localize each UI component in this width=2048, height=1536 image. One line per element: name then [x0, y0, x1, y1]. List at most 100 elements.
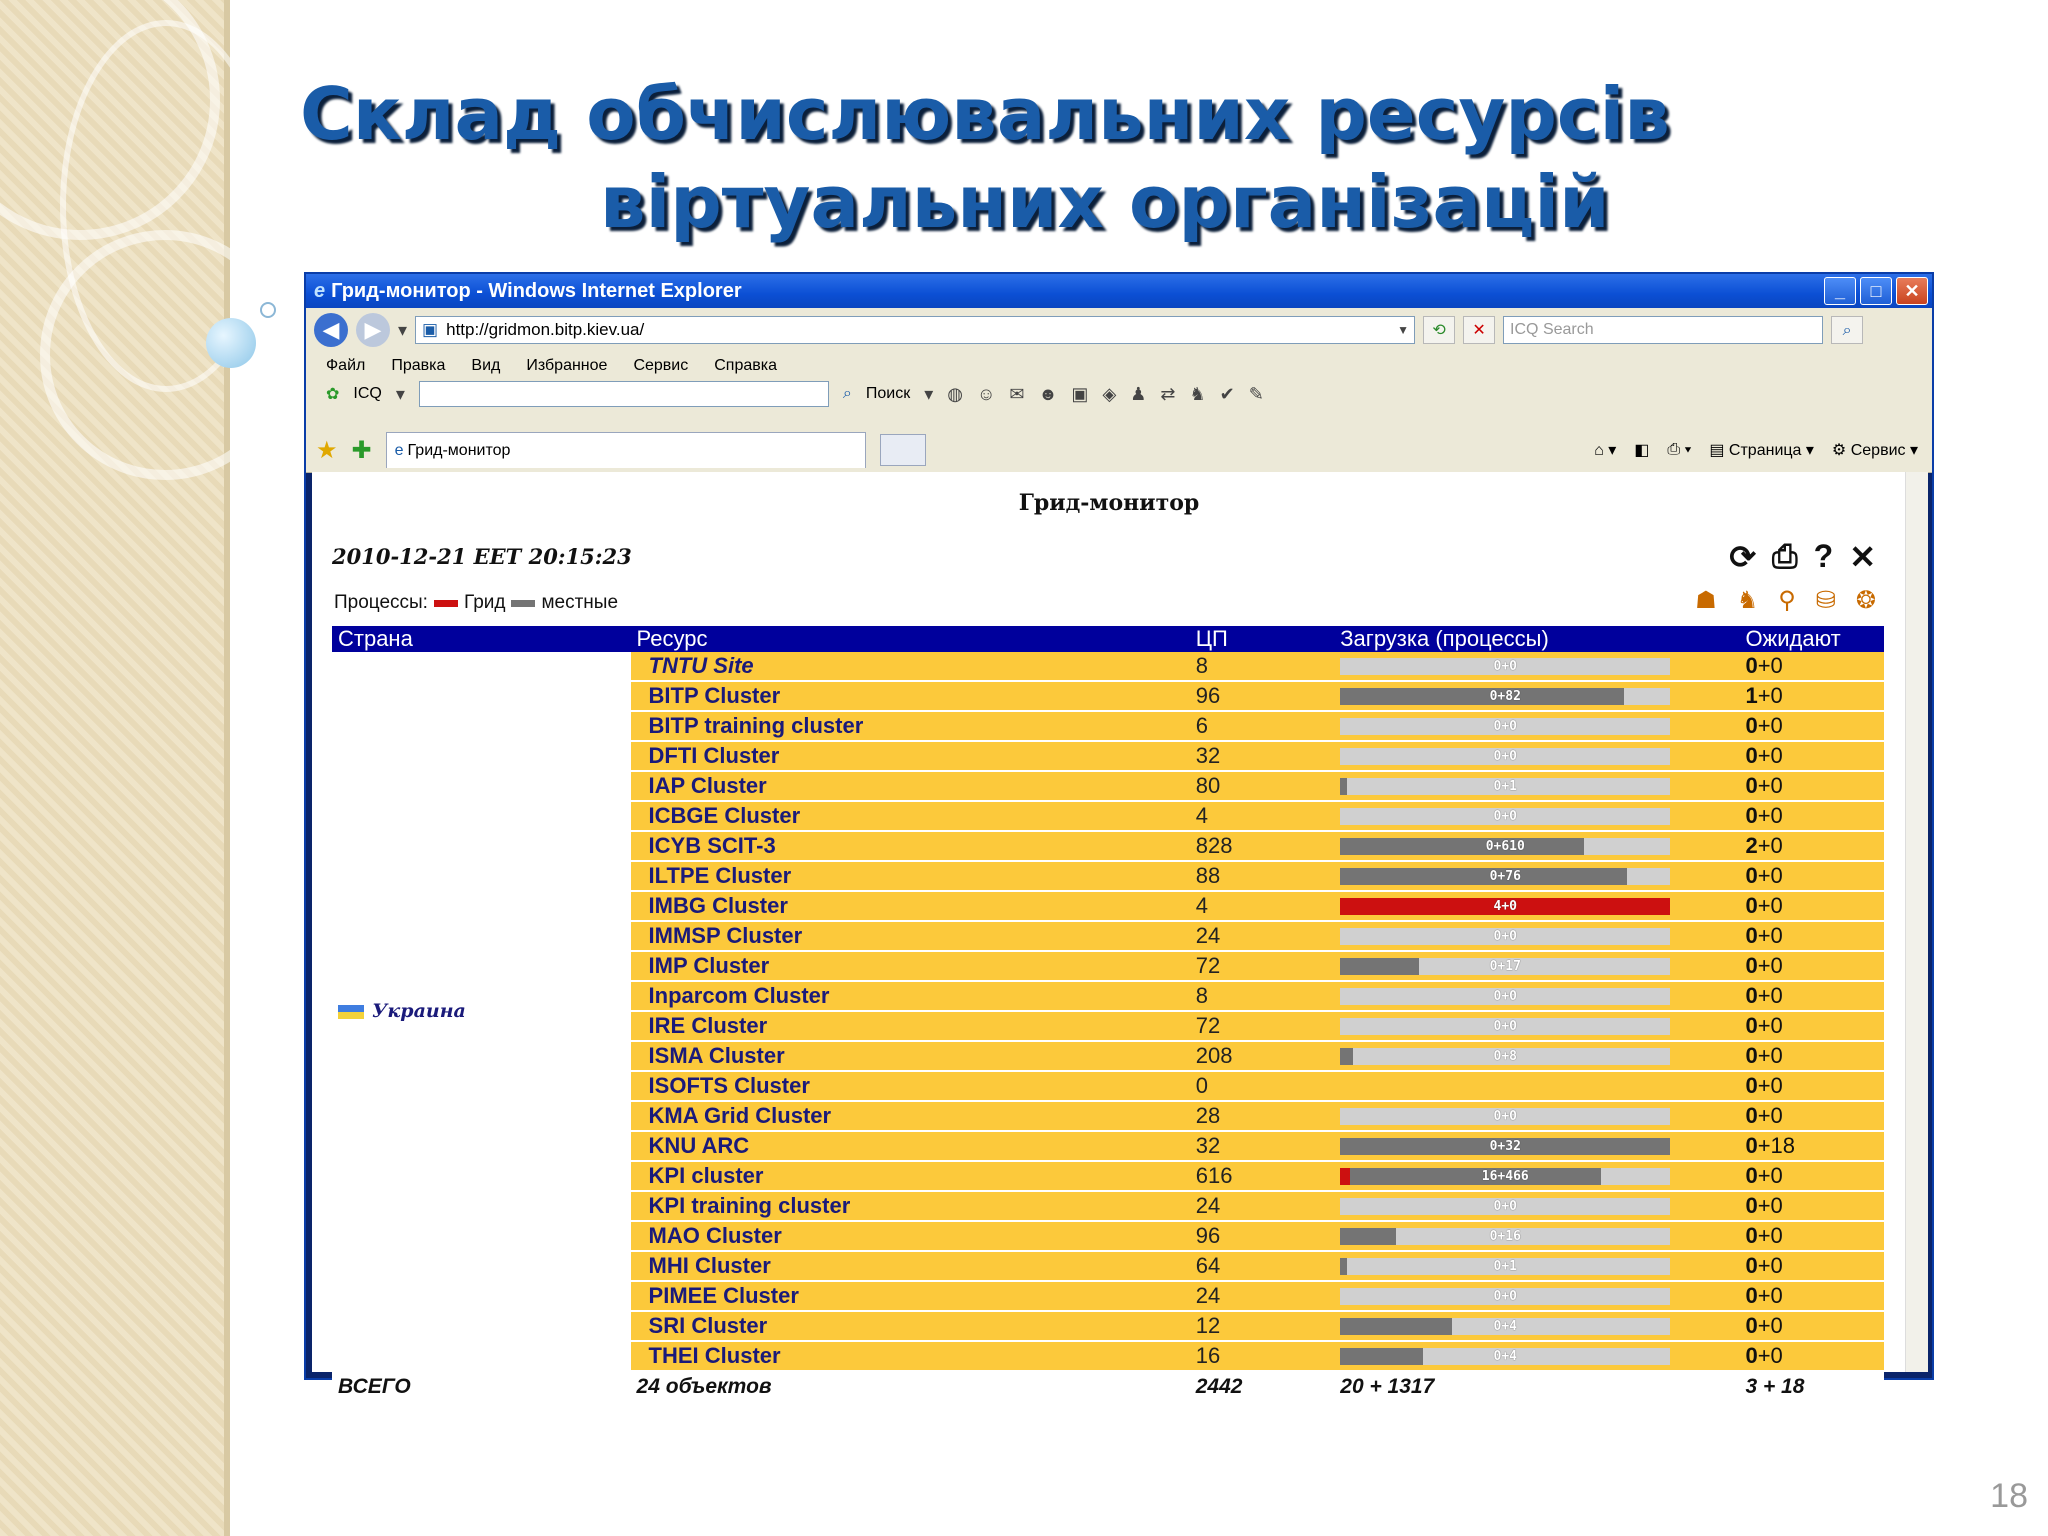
resource-link[interactable]: IAP Cluster: [630, 771, 1190, 802]
icq-dropdown-icon[interactable]: ▾: [396, 384, 405, 405]
toolbar-mail-icon[interactable]: ✔: [1220, 384, 1235, 405]
resource-link[interactable]: MAO Cluster: [630, 1221, 1190, 1252]
search-button[interactable]: ⌕: [1831, 316, 1864, 344]
toolbar-contacts-icon[interactable]: ☻: [1038, 384, 1057, 405]
nav-history-dropdown[interactable]: ▾: [398, 320, 407, 341]
waiting-grid: 0: [1745, 1193, 1758, 1218]
load-cell: 0+0: [1334, 801, 1740, 832]
resource-link[interactable]: ISOFTS Cluster: [630, 1071, 1190, 1102]
toolbar-games-icon[interactable]: ◈: [1102, 384, 1116, 405]
icq-button[interactable]: ICQ: [353, 385, 381, 403]
close-button[interactable]: ✕: [1896, 277, 1928, 305]
resource-link[interactable]: SRI Cluster: [630, 1311, 1190, 1342]
load-label: 0+0: [1493, 748, 1517, 764]
close-icon[interactable]: ✕: [1849, 538, 1876, 576]
menu-favorites[interactable]: Избранное: [526, 357, 607, 375]
resource-link[interactable]: BITP Cluster: [630, 681, 1190, 712]
load-label: 0+0: [1493, 808, 1517, 824]
print-icon[interactable]: ⎙: [1772, 538, 1798, 576]
page-menu-button[interactable]: ▤ Страница ▾: [1709, 440, 1814, 460]
refresh-icon[interactable]: ⟳: [1729, 538, 1756, 576]
resource-link[interactable]: IRE Cluster: [630, 1011, 1190, 1042]
resource-link[interactable]: KNU ARC: [630, 1131, 1190, 1162]
clusters-icon[interactable]: ❂: [1856, 586, 1876, 615]
resource-link[interactable]: IMMSP Cluster: [630, 921, 1190, 952]
back-button[interactable]: ◀: [314, 313, 348, 347]
forward-button[interactable]: ▶: [356, 313, 390, 347]
resource-link[interactable]: ICYB SCIT-3: [630, 831, 1190, 862]
legend-label: Процессы:: [334, 592, 428, 613]
users-icon[interactable]: ☗: [1695, 586, 1717, 615]
home-icon[interactable]: ⌂ ▾: [1594, 440, 1616, 460]
resource-link[interactable]: TNTU Site: [630, 652, 1190, 682]
toolbar-chat-icon[interactable]: ✉: [1009, 384, 1024, 405]
menu-tools[interactable]: Сервис: [633, 357, 688, 375]
country-cell[interactable]: Украина: [332, 652, 631, 1372]
add-favorite-icon[interactable]: ✚: [352, 436, 372, 465]
total-cpu: 2442: [1189, 1370, 1335, 1404]
tools-menu-button[interactable]: ⚙ Сервис ▾: [1832, 440, 1918, 460]
waiting-grid: 1: [1745, 683, 1758, 708]
print-icon[interactable]: ⎙ ▾: [1667, 441, 1691, 459]
new-tab-button[interactable]: [879, 434, 926, 466]
toolbar-gift-icon[interactable]: ▣: [1071, 384, 1088, 405]
load-label: 4+0: [1493, 898, 1517, 914]
menu-edit[interactable]: Правка: [391, 357, 445, 375]
toolbar-globe-icon[interactable]: ◍: [947, 384, 963, 405]
stop-button[interactable]: ✕: [1463, 316, 1496, 344]
address-bar[interactable]: ▣ http://gridmon.bitp.kiev.ua/ ▼: [415, 316, 1416, 344]
resource-link[interactable]: IMP Cluster: [630, 951, 1190, 982]
toolbar-extra-icon[interactable]: ✎: [1249, 384, 1264, 405]
toolbar-share-icon[interactable]: ⇄: [1160, 384, 1175, 405]
waiting-cell: 0+0: [1739, 1311, 1884, 1342]
vertical-scrollbar[interactable]: [1905, 472, 1928, 1372]
menu-view[interactable]: Вид: [471, 357, 500, 375]
page-content: Грид-монитор 2010-12-21 EET 20:15:23 ⟳ ⎙…: [312, 472, 1906, 1404]
cpu-count: 24: [1189, 921, 1335, 952]
toolbar-user-icon[interactable]: ♟: [1130, 384, 1146, 405]
resource-link[interactable]: IMBG Cluster: [630, 891, 1190, 922]
resource-link[interactable]: DFTI Cluster: [630, 741, 1190, 772]
search-dropdown-icon[interactable]: ▾: [924, 384, 933, 405]
waiting-local: +0: [1757, 683, 1783, 708]
resource-link[interactable]: KMA Grid Cluster: [630, 1101, 1190, 1132]
search-input[interactable]: ICQ Search: [1503, 316, 1824, 344]
address-dropdown-icon[interactable]: ▼: [1392, 323, 1414, 337]
minimize-button[interactable]: _: [1824, 277, 1856, 305]
legend-grid-swatch: [433, 599, 458, 607]
resource-link[interactable]: THEI Cluster: [630, 1341, 1190, 1372]
load-bar: 0+0: [1340, 987, 1671, 1005]
load-cell: 0+0: [1334, 652, 1740, 682]
resource-link[interactable]: ICBGE Cluster: [630, 801, 1190, 832]
resource-link[interactable]: Inparcom Cluster: [630, 981, 1190, 1012]
resource-link[interactable]: BITP training cluster: [630, 711, 1190, 742]
toolbar-people-icon[interactable]: ☺: [977, 384, 995, 405]
search-icon[interactable]: ⚲: [1778, 586, 1796, 615]
waiting-grid: 0: [1745, 1013, 1758, 1038]
feeds-icon[interactable]: ◧: [1634, 440, 1649, 460]
menu-file[interactable]: Файл: [326, 357, 365, 375]
tab-grid-monitor[interactable]: e Грид-монитор: [385, 432, 866, 468]
waiting-cell: 0+18: [1739, 1131, 1884, 1162]
slide-title-line1: Склад обчислювальних ресурсів: [300, 72, 1670, 156]
icq-toolbar: ✿ ICQ ▾ ⌕ Поиск ▾ ◍ ☺ ✉ ☻ ▣ ◈ ♟ ⇄ ♞ ✔ ✎: [306, 380, 1932, 408]
runner-icon[interactable]: ♞: [1737, 586, 1759, 615]
toolbar-search-button[interactable]: Поиск: [866, 385, 910, 403]
help-icon[interactable]: ?: [1814, 538, 1834, 576]
waiting-local: +0: [1757, 773, 1783, 798]
waiting-grid: 0: [1745, 653, 1758, 678]
resource-link[interactable]: PIMEE Cluster: [630, 1281, 1190, 1312]
resource-link[interactable]: ILTPE Cluster: [630, 861, 1190, 892]
resource-link[interactable]: KPI training cluster: [630, 1191, 1190, 1222]
storage-icon[interactable]: ⛁: [1816, 586, 1836, 615]
table-header: Страна Ресурс ЦП Загрузка (процессы) Ожи…: [332, 626, 1884, 652]
resource-link[interactable]: KPI cluster: [630, 1161, 1190, 1192]
refresh-button[interactable]: ⟲: [1423, 316, 1456, 344]
menu-help[interactable]: Справка: [714, 357, 777, 375]
resource-link[interactable]: MHI Cluster: [630, 1251, 1190, 1282]
maximize-button[interactable]: □: [1860, 277, 1892, 305]
icq-search-combo[interactable]: [418, 381, 829, 407]
resource-link[interactable]: ISMA Cluster: [630, 1041, 1190, 1072]
toolbar-find-user-icon[interactable]: ♞: [1190, 384, 1206, 405]
favorites-star-icon[interactable]: ★: [316, 436, 338, 465]
